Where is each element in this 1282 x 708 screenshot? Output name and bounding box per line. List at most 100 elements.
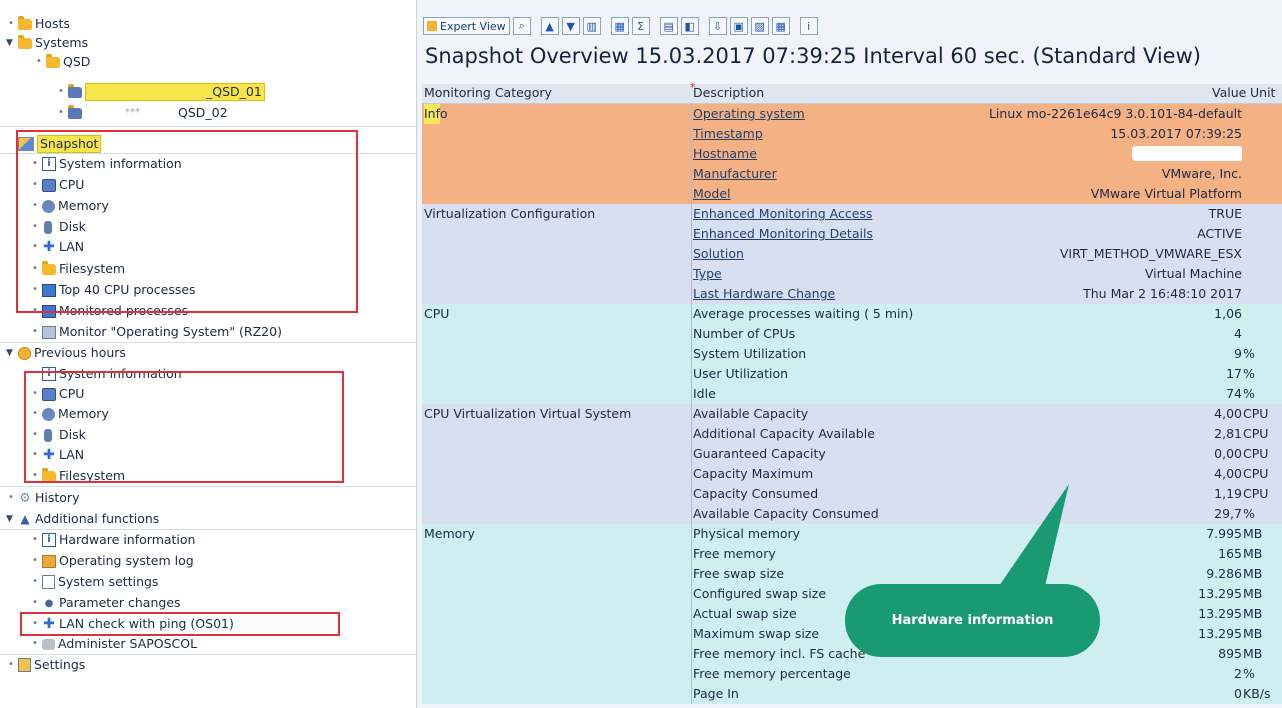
table-row[interactable]: Additional Capacity Available 2,81 CPU (422, 424, 1282, 444)
table-row[interactable]: Info Operating system Linux mo-2261e64c9 3… (422, 104, 1282, 124)
description-text[interactable]: Operating system (693, 106, 805, 121)
cell-description[interactable]: Hostname (693, 144, 950, 164)
tree-dot-icon: • (58, 86, 64, 97)
table-header: Monitoring Category Description * Value … (422, 81, 1282, 104)
toolbar: Expert View ⌕ ▲ ▼ ▥ ▦ Σ ▤ ◧ ⇩ ▣ ▨ ▦ i (423, 16, 818, 36)
description-text[interactable]: Type (693, 266, 722, 281)
cell-description[interactable]: Timestamp (693, 124, 950, 144)
tree-node-system-qsd01[interactable]: • _QSD_01 (56, 82, 265, 102)
description-text[interactable]: Hostname (693, 146, 757, 161)
tree-node-previous-hours[interactable]: ▼ Previous hours (6, 343, 126, 363)
table-row[interactable]: Free swap size 9.286 MB (422, 564, 1282, 584)
table-row[interactable]: User Utilization 17% (422, 364, 1282, 384)
cell-description[interactable]: Enhanced Monitoring Details (693, 224, 950, 244)
cell-description[interactable]: Operating system (693, 104, 950, 124)
cell-description[interactable]: Type (693, 264, 950, 284)
table-row[interactable]: Free memory percentage 2% (422, 664, 1282, 684)
tree-node-hosts[interactable]: • Hosts (6, 14, 70, 34)
folder-icon (18, 35, 32, 49)
table-row[interactable]: Memory Physical memory 7.995 MB (422, 524, 1282, 544)
table-row[interactable]: Free memory incl. FS cache 895 MB (422, 644, 1282, 664)
cell-description[interactable]: Manufacturer (693, 164, 950, 184)
callout-text: Hardware information (891, 613, 1054, 628)
folder-icon (18, 16, 32, 30)
table-row[interactable]: Page In 0 KB/s (422, 684, 1282, 704)
table-row[interactable]: Model VMware Virtual Platform (422, 184, 1282, 204)
sort-ascending-icon[interactable]: ▲ (540, 17, 559, 35)
description-text[interactable]: Solution (693, 246, 744, 261)
cell-category (424, 424, 692, 444)
tree-node-hardware-information[interactable]: • i Hardware information (30, 530, 195, 550)
tree-node-system-qsd02[interactable]: • *** QSD_02 (56, 103, 228, 123)
table-row[interactable]: Idle 74% (422, 384, 1282, 404)
tree-node-system-settings[interactable]: • System settings (30, 572, 158, 592)
table-row[interactable]: Guaranteed Capacity 0,00 CPU (422, 444, 1282, 464)
filter-icon[interactable]: ▼ (561, 17, 580, 35)
expert-view-button[interactable]: Expert View (423, 17, 510, 35)
cell-description[interactable]: Last Hardware Change (693, 284, 950, 304)
table-row[interactable]: Type Virtual Machine (422, 264, 1282, 284)
description-text: Actual swap size (693, 606, 797, 621)
table-row[interactable]: Free memory 165 MB (422, 544, 1282, 564)
tree-node-systems[interactable]: ▼ Systems (6, 33, 88, 53)
tree-node-parameter-changes[interactable]: • ● Parameter changes (30, 593, 180, 613)
table-row[interactable]: Available Capacity Consumed 29,7% (422, 504, 1282, 524)
description-text[interactable]: Enhanced Monitoring Access (693, 206, 872, 221)
tree-label: Hardware information (59, 532, 196, 547)
column-header-description[interactable]: Description (693, 85, 764, 100)
table-row[interactable]: Enhanced Monitoring Details ACTIVE (422, 224, 1282, 244)
table-row[interactable]: Capacity Consumed 1,19 CPU (422, 484, 1282, 504)
cell-description[interactable]: Solution (693, 244, 950, 264)
export-icon[interactable]: ⇩ (708, 17, 727, 35)
description-text[interactable]: Manufacturer (693, 166, 777, 181)
table-row[interactable]: Last Hardware Change Thu Mar 2 16:48:10 2… (422, 284, 1282, 304)
grid-icon[interactable]: ▦ (771, 17, 790, 35)
table-row[interactable]: Hostname (422, 144, 1282, 164)
chart-icon[interactable]: ▨ (750, 17, 769, 35)
print-icon[interactable]: ▤ (659, 17, 678, 35)
tree-node-history[interactable]: • ⚙ History (6, 488, 79, 508)
cell-description[interactable]: Enhanced Monitoring Access (693, 204, 950, 224)
cell-description: Free memory percentage (693, 664, 950, 684)
table-row[interactable]: Timestamp 15.03.2017 07:39:25 (422, 124, 1282, 144)
cell-value (952, 144, 1242, 164)
search-icon[interactable]: ⌕ (512, 17, 531, 35)
table-row[interactable]: Solution VIRT_METHOD_VMWARE_ESX (422, 244, 1282, 264)
settings-icon (18, 658, 31, 672)
tree-node-qsd[interactable]: • QSD (34, 52, 90, 72)
column-icon[interactable]: ▥ (582, 17, 601, 35)
description-text[interactable]: Model (693, 186, 731, 201)
info-icon[interactable]: i (799, 17, 818, 35)
column-header-value[interactable]: Value (1212, 85, 1246, 100)
column-divider (691, 684, 692, 704)
cell-unit: MB (1243, 566, 1263, 581)
column-divider (691, 464, 692, 484)
parameter-icon: ● (44, 597, 54, 609)
description-text: Page In (693, 686, 739, 701)
table-row[interactable]: System Utilization 9% (422, 344, 1282, 364)
column-header-category[interactable]: Monitoring Category (424, 85, 552, 100)
table-row[interactable]: Manufacturer VMware, Inc. (422, 164, 1282, 184)
tree-node-administer-saposcol[interactable]: • Administer SAPOSCOL (30, 634, 197, 654)
view-icon[interactable]: ◧ (680, 17, 699, 35)
table-row[interactable]: Number of CPUs 4 (422, 324, 1282, 344)
sum-icon[interactable]: Σ (631, 17, 650, 35)
description-text[interactable]: Timestamp (693, 126, 763, 141)
description-text[interactable]: Last Hardware Change (693, 286, 835, 301)
column-header-unit[interactable]: Unit (1250, 85, 1275, 100)
description-text[interactable]: Enhanced Monitoring Details (693, 226, 873, 241)
redacted-name: *** (125, 107, 140, 118)
table-row[interactable]: CPU Virtualization Virtual System Availab… (422, 404, 1282, 424)
table-row[interactable]: Virtualization Configuration Enhanced Mon… (422, 204, 1282, 224)
table-icon[interactable]: ▦ (610, 17, 629, 35)
tree-node-os-log[interactable]: • Operating system log (30, 551, 194, 571)
highlight-box-lan-check (20, 612, 340, 636)
table-row[interactable]: Capacity Maximum 4,00 CPU (422, 464, 1282, 484)
table-row[interactable]: CPU Average processes waiting ( 5 min) 1,0… (422, 304, 1282, 324)
tree-node-monitor-os[interactable]: • Monitor "Operating System" (RZ20) (30, 322, 282, 342)
cell-description[interactable]: Model (693, 184, 950, 204)
tree-node-additional-functions[interactable]: ▼ ▲ Additional functions (6, 509, 159, 529)
tree-node-settings[interactable]: • Settings (6, 655, 85, 675)
layout-icon[interactable]: ▣ (729, 17, 748, 35)
cell-value: VIRT_METHOD_VMWARE_ESX (1059, 246, 1242, 261)
